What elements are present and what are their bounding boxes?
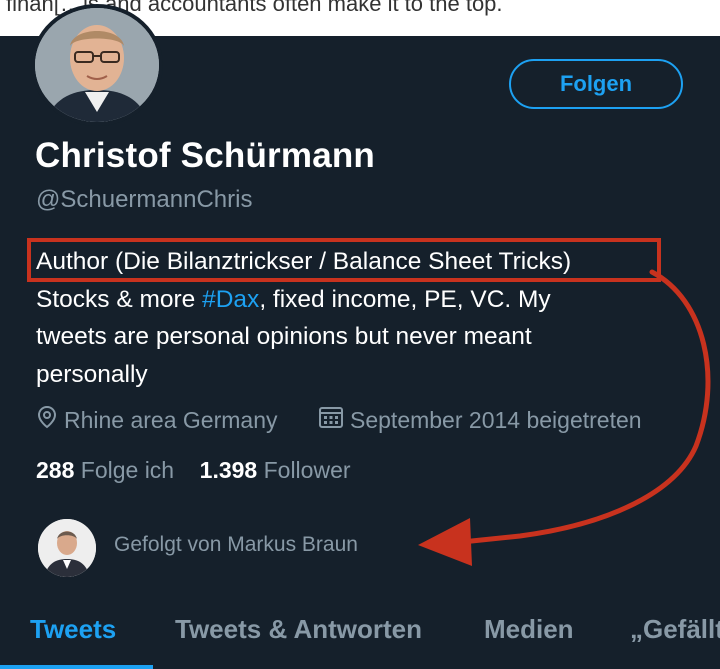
followers-link[interactable]: 1.398 Follower bbox=[200, 457, 351, 483]
profile-avatar[interactable] bbox=[31, 4, 163, 126]
follower-avatar[interactable] bbox=[38, 519, 96, 577]
profile-handle: @SchuermannChris bbox=[36, 186, 253, 213]
annotation-highlight-box bbox=[27, 238, 661, 282]
follow-counts: 288 Folge ich 1.398 Follower bbox=[36, 457, 351, 484]
following-link[interactable]: 288 Folge ich bbox=[36, 457, 174, 483]
profile-tabs: Tweets Tweets & Antworten Medien „Gefäll… bbox=[0, 608, 720, 669]
following-label: Folge ich bbox=[80, 457, 175, 483]
followers-count: 1.398 bbox=[199, 457, 258, 483]
tab-tweets-and-replies[interactable]: Tweets & Antworten bbox=[175, 614, 422, 645]
location-text: Rhine area Germany bbox=[64, 406, 278, 433]
hashtag-dax-link[interactable]: #Dax bbox=[202, 286, 259, 313]
location-pin-icon bbox=[36, 405, 58, 435]
follow-button[interactable]: Folgen bbox=[509, 59, 683, 109]
bio-line-3: tweets are personal opinions but never m… bbox=[36, 323, 532, 350]
bio-line-2: Stocks & more #Dax, fixed income, PE, VC… bbox=[36, 281, 696, 319]
tab-media[interactable]: Medien bbox=[484, 614, 574, 645]
profile-joined: September 2014 beigetreten bbox=[318, 405, 642, 435]
followers-label: Follower bbox=[263, 457, 351, 483]
joined-text: September 2014 beigetreten bbox=[350, 406, 642, 433]
following-count: 288 bbox=[36, 457, 75, 483]
bio-line-4: personally bbox=[36, 360, 148, 388]
calendar-icon bbox=[318, 405, 344, 435]
bio-line-2-end: , fixed income, PE, VC. My bbox=[259, 285, 551, 313]
followed-by-text[interactable]: Gefolgt von Markus Braun bbox=[114, 533, 358, 557]
annotation-arrowhead bbox=[418, 518, 472, 566]
profile-name: Christof Schürmann bbox=[35, 136, 376, 175]
tab-likes[interactable]: „Gefällt bbox=[630, 614, 720, 645]
profile-location: Rhine area Germany bbox=[36, 405, 278, 435]
tab-tweets[interactable]: Tweets bbox=[30, 614, 116, 645]
active-tab-indicator bbox=[0, 665, 153, 669]
bio-line-2-start: Stocks & more bbox=[36, 285, 203, 313]
